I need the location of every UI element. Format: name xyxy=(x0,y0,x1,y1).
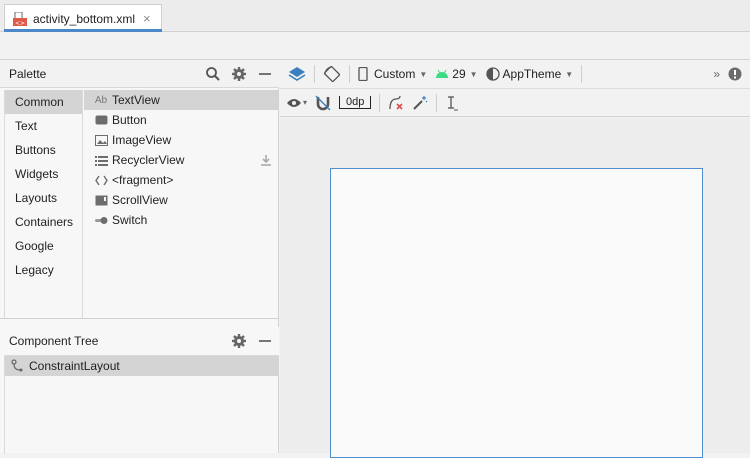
constraint-layout-icon xyxy=(11,359,23,372)
api-level-label: 29 xyxy=(452,67,466,81)
design-surface-button[interactable] xyxy=(284,63,310,85)
scrollview-icon xyxy=(94,194,108,206)
api-level-dropdown[interactable]: 29 ▼ xyxy=(431,63,481,85)
palette-categories: Common Text Buttons Widgets Layouts Cont… xyxy=(4,90,83,318)
tree-node-constraintlayout[interactable]: ConstraintLayout xyxy=(5,356,279,376)
toolbar-separator xyxy=(379,93,381,112)
palette-item-button[interactable]: Button xyxy=(84,110,278,130)
palette-category-google[interactable]: Google xyxy=(5,234,82,258)
palette-item-label: Button xyxy=(112,113,147,127)
toolbar-separator xyxy=(581,65,583,83)
palette-item-label: RecyclerView xyxy=(112,153,185,167)
palette-category-buttons[interactable]: Buttons xyxy=(5,138,82,162)
palette-title: Palette xyxy=(9,66,47,81)
tree-node-label: ConstraintLayout xyxy=(29,359,120,373)
gear-icon[interactable] xyxy=(231,66,247,82)
switch-icon xyxy=(94,214,108,226)
svg-text:<>: <> xyxy=(15,20,25,26)
recyclerview-icon xyxy=(94,154,108,166)
design-toolbar-secondary: ▾ 0dp xyxy=(280,89,750,117)
palette-item-scrollview[interactable]: ScrollView xyxy=(84,190,278,210)
clear-constraints-icon xyxy=(389,95,403,110)
component-tree-title: Component Tree xyxy=(9,334,99,348)
margin-value: 0dp xyxy=(339,96,372,109)
chevron-down-icon: ▾ xyxy=(303,98,308,107)
info-icon xyxy=(728,67,742,81)
layers-icon xyxy=(288,67,306,81)
tab-label: activity_bottom.xml xyxy=(33,11,136,26)
minimize-icon[interactable] xyxy=(257,66,273,82)
more-actions-button[interactable]: » xyxy=(709,63,724,85)
palette-item-textview[interactable]: Ab TextView xyxy=(84,90,278,110)
design-toolbar-primary: Custom ▼ 29 ▼ AppTheme ▼ » xyxy=(280,60,750,89)
theme-icon xyxy=(485,67,500,81)
editor-tab-bar: <> activity_bottom.xml × xyxy=(0,0,750,32)
clear-constraints-button[interactable] xyxy=(384,92,408,114)
editor-top-strip xyxy=(0,32,750,60)
chevron-down-icon: ▼ xyxy=(419,69,428,79)
xml-file-icon: <> xyxy=(13,11,27,27)
palette-category-layouts[interactable]: Layouts xyxy=(5,186,82,210)
chevron-down-icon: ▼ xyxy=(469,69,478,79)
palette-item-recyclerview[interactable]: RecyclerView xyxy=(84,150,278,170)
toolbar-separator xyxy=(314,65,315,83)
component-tree-body: ConstraintLayout xyxy=(4,355,279,454)
design-canvas[interactable] xyxy=(280,118,750,458)
view-options-button[interactable]: ▾ xyxy=(282,92,311,114)
orientation-button[interactable] xyxy=(319,63,345,85)
rotate-icon xyxy=(323,65,341,83)
button-icon xyxy=(94,114,108,126)
warning-button[interactable] xyxy=(724,63,746,85)
textview-icon: Ab xyxy=(94,94,108,106)
toolbar-separator xyxy=(436,93,438,112)
device-label: Custom xyxy=(374,67,416,81)
palette-category-text[interactable]: Text xyxy=(5,114,82,138)
theme-label: AppTheme xyxy=(502,67,562,81)
download-icon[interactable] xyxy=(260,154,272,166)
toolbar-separator xyxy=(349,65,350,83)
chevron-down-icon: ▼ xyxy=(565,69,574,79)
guidelines-button[interactable] xyxy=(441,92,463,114)
palette-item-fragment[interactable]: <fragment> xyxy=(84,170,278,190)
search-icon[interactable] xyxy=(205,66,221,82)
component-tree-panel: Component Tree ConstraintLayout xyxy=(0,318,279,454)
palette-items: Ab TextView Button ImageView RecyclerVie… xyxy=(84,90,278,318)
gear-icon[interactable] xyxy=(231,333,247,349)
guideline-icon xyxy=(448,95,459,110)
eye-icon xyxy=(287,98,301,107)
palette-item-label: ImageView xyxy=(112,133,172,147)
phone-icon xyxy=(358,67,368,81)
palette-item-label: TextView xyxy=(112,93,160,107)
palette-header: Palette xyxy=(0,60,279,88)
autoconnect-toggle[interactable] xyxy=(311,92,335,114)
minimize-icon[interactable] xyxy=(257,333,273,349)
default-margin-button[interactable]: 0dp xyxy=(335,92,375,114)
fragment-icon xyxy=(94,174,108,186)
editor-tab-activity-bottom[interactable]: <> activity_bottom.xml × xyxy=(4,4,162,32)
android-icon xyxy=(436,69,449,78)
palette-item-label: ScrollView xyxy=(112,193,168,207)
magic-wand-icon xyxy=(413,95,428,110)
palette-panel: Palette Common Text Buttons Widgets Layo… xyxy=(0,60,279,318)
theme-dropdown[interactable]: AppTheme ▼ xyxy=(482,63,578,85)
palette-category-common[interactable]: Common xyxy=(5,90,82,114)
palette-item-switch[interactable]: Switch xyxy=(84,210,278,230)
infer-constraints-button[interactable] xyxy=(408,92,432,114)
component-tree-header: Component Tree xyxy=(0,327,279,355)
palette-category-legacy[interactable]: Legacy xyxy=(5,258,82,282)
palette-item-imageview[interactable]: ImageView xyxy=(84,130,278,150)
device-dropdown[interactable]: Custom ▼ xyxy=(354,63,431,85)
palette-category-widgets[interactable]: Widgets xyxy=(5,162,82,186)
palette-item-label: <fragment> xyxy=(112,173,174,187)
magnet-icon xyxy=(315,95,331,110)
close-icon[interactable]: × xyxy=(143,11,151,26)
imageview-icon xyxy=(94,134,108,146)
device-screen-preview[interactable] xyxy=(330,168,703,458)
palette-category-containers[interactable]: Containers xyxy=(5,210,82,234)
palette-item-label: Switch xyxy=(112,213,148,227)
